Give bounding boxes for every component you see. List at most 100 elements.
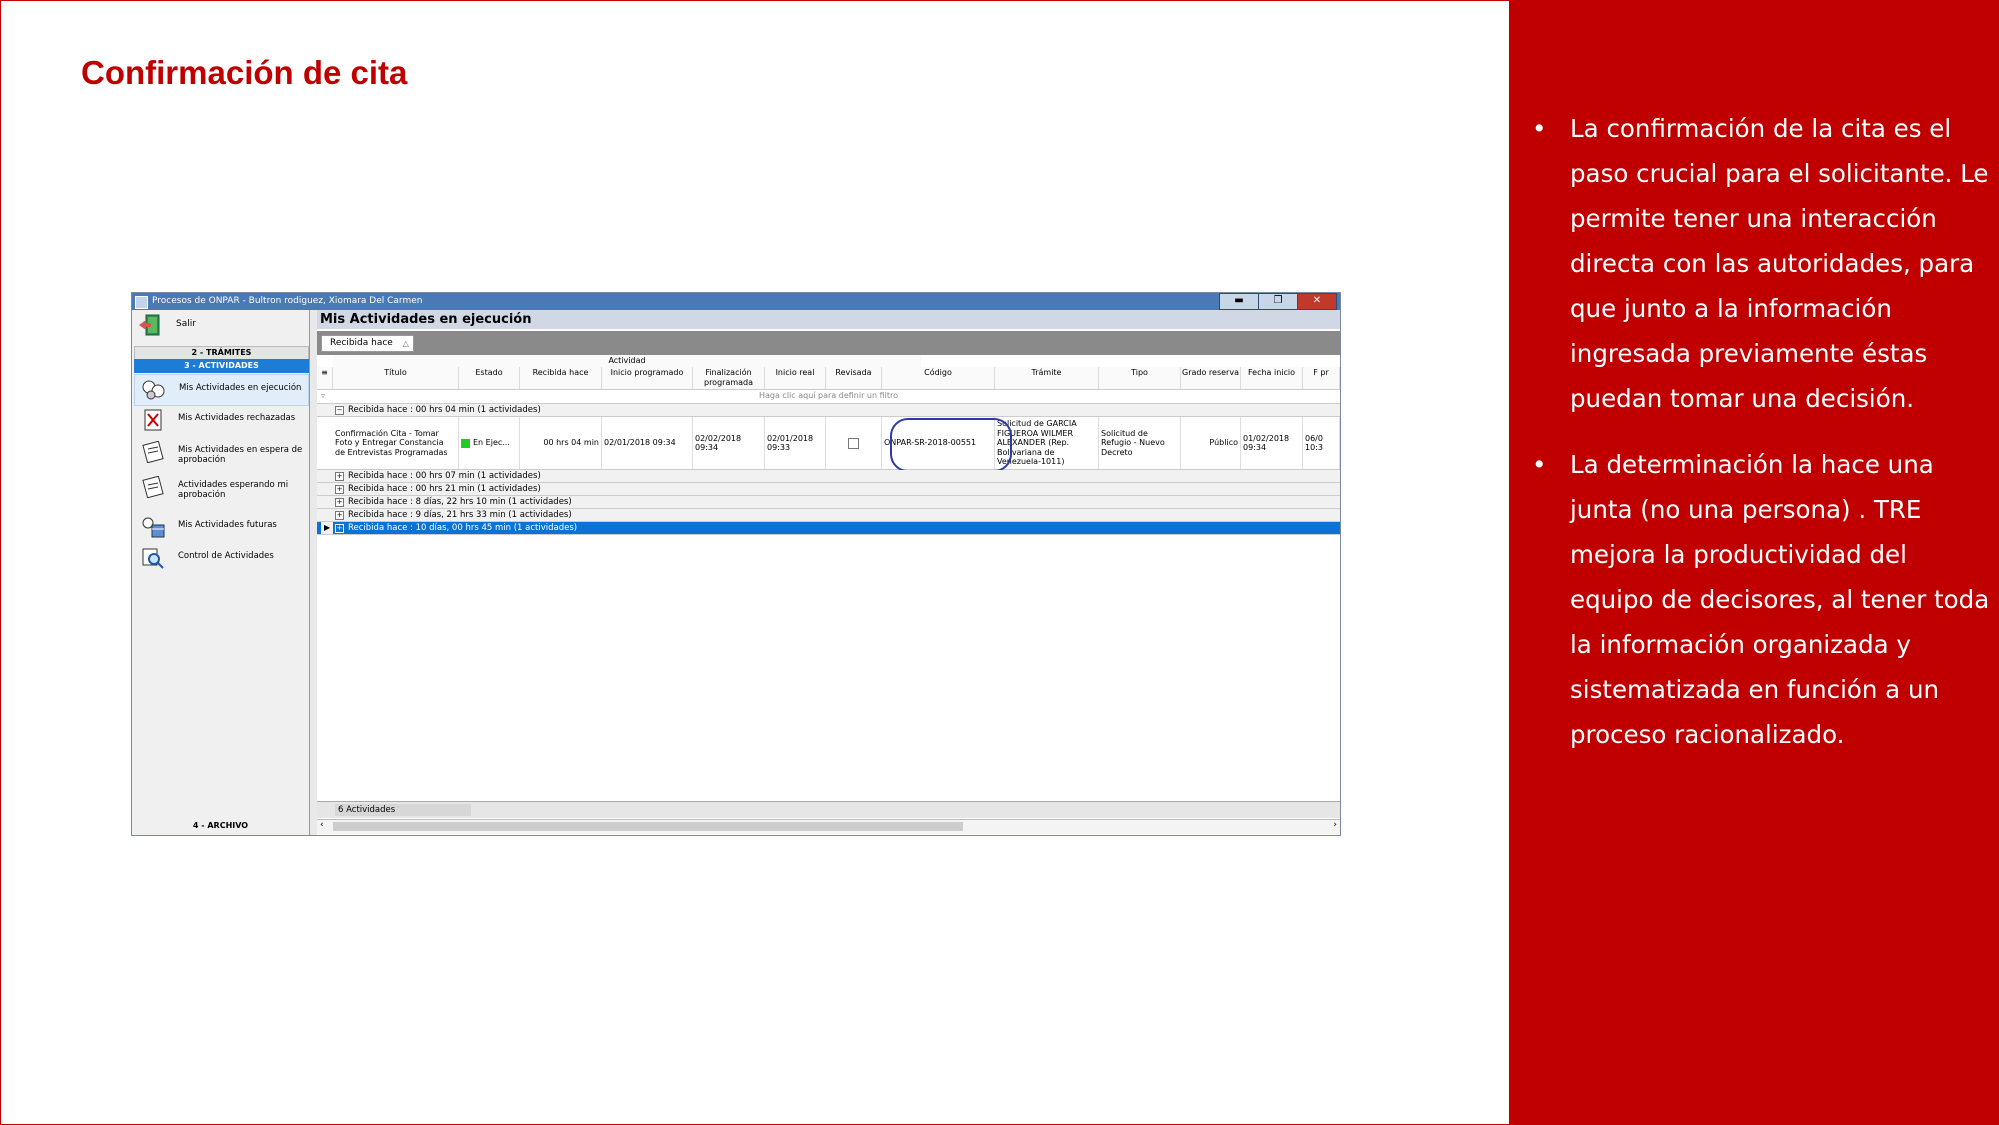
group-row[interactable]: + Recibida hace : 8 días, 22 hrs 10 min … xyxy=(317,496,1340,509)
group-chip-recibida[interactable]: Recibida hace △ xyxy=(321,335,414,352)
nav-item-label: Mis Actividades rechazadas xyxy=(178,413,296,423)
filter-icon: ▿ xyxy=(321,391,326,400)
column-chooser-icon[interactable]: ≡ xyxy=(317,367,333,389)
group-row[interactable]: + Recibida hace : 9 días, 21 hrs 33 min … xyxy=(317,509,1340,522)
col-inicio-real[interactable]: Inicio real xyxy=(765,367,826,389)
group-row[interactable]: + Recibida hace : 00 hrs 21 min (1 activ… xyxy=(317,483,1340,496)
scroll-right-icon[interactable]: › xyxy=(1333,820,1337,830)
nav-item-futuras[interactable]: Mis Actividades futuras xyxy=(134,512,307,542)
section-actividades[interactable]: 3 - ACTIVIDADES xyxy=(134,359,309,373)
group-chip-label: Recibida hace xyxy=(330,338,393,348)
nav-item-label: Mis Actividades en ejecución xyxy=(179,383,302,393)
nav-item-label: Control de Actividades xyxy=(178,551,274,561)
horizontal-scrollbar[interactable]: ‹ › xyxy=(317,819,1340,834)
nav-item-label: Mis Actividades futuras xyxy=(178,520,277,530)
cell-estado: En Ejec... xyxy=(459,417,520,469)
col-titulo[interactable]: Título xyxy=(333,367,459,389)
grid-footer: 6 Actividades xyxy=(317,801,1340,818)
col-fecha-inicio[interactable]: Fecha inicio xyxy=(1241,367,1303,389)
expand-icon[interactable]: + xyxy=(335,485,344,494)
cell-grado: Público xyxy=(1181,417,1241,469)
cell-revisada xyxy=(826,417,882,469)
cell-finalizacion: 02/02/2018 09:34 xyxy=(693,417,765,469)
group-row-label: Recibida hace : 9 días, 21 hrs 33 min (1… xyxy=(348,510,572,520)
nav-item-label: Mis Actividades en espera de aprobación xyxy=(178,445,303,465)
code-highlight-circle xyxy=(890,418,1012,472)
expand-icon[interactable]: + xyxy=(335,524,344,533)
calendar-icon xyxy=(142,517,165,538)
sort-icon: △ xyxy=(402,339,409,348)
app-window: Procesos de ONPAR - Bultron rodiguez, Xi… xyxy=(131,292,1341,836)
app-icon xyxy=(135,296,148,309)
expand-icon[interactable]: + xyxy=(335,511,344,520)
exit-button[interactable]: Salir xyxy=(132,310,309,340)
table-row[interactable]: Confirmación Cita - Tomar Foto y Entrega… xyxy=(317,417,1340,472)
panel-title: Mis Actividades en ejecución xyxy=(317,310,1340,329)
col-finalizacion[interactable]: Finalización programada xyxy=(693,367,765,389)
status-green-indicator xyxy=(461,438,470,448)
cell-inicio-programado: 02/01/2018 09:34 xyxy=(602,417,693,469)
nav-item-label: Actividades esperando mi aprobación xyxy=(178,480,289,500)
col-tramite[interactable]: Trámite xyxy=(995,367,1099,389)
col-revisada[interactable]: Revisada xyxy=(826,367,882,389)
scroll-left-icon[interactable]: ‹ xyxy=(320,820,324,830)
exit-label: Salir xyxy=(176,319,196,329)
nav-item-espera-aprobacion[interactable]: Mis Actividades en espera de aprobación xyxy=(134,437,307,467)
revisada-checkbox[interactable] xyxy=(848,437,859,449)
group-row-label: Recibida hace : 00 hrs 04 min (1 activid… xyxy=(348,405,541,415)
window-title: Procesos de ONPAR - Bultron rodiguez, Xi… xyxy=(152,296,423,306)
col-f-pr[interactable]: F pr xyxy=(1303,367,1340,389)
current-row-arrow-icon: ▶ xyxy=(321,522,334,534)
restore-button[interactable]: ❐ xyxy=(1258,293,1298,310)
column-header-row: ≡ Título Estado Recibida hace Inicio pro… xyxy=(317,367,1340,390)
col-codigo[interactable]: Código xyxy=(882,367,995,389)
scroll-thumb[interactable] xyxy=(333,822,963,831)
filter-row[interactable]: ▿ Haga clic aquí para definir un filtro xyxy=(317,389,1340,404)
cell-f-pr: 06/0 10:3 xyxy=(1303,417,1340,469)
awaiting-my-approval-icon xyxy=(142,476,164,498)
bullet-item: • La determinación la hace una junta (no… xyxy=(1532,442,1992,757)
cell-estado-text: En Ejec... xyxy=(473,438,510,448)
group-row-label: Recibida hace : 00 hrs 21 min (1 activid… xyxy=(348,484,541,494)
left-nav: Salir 2 - TRÁMITES 3 - ACTIVIDADES Mis A… xyxy=(132,310,310,835)
nav-item-esperando-mi-aprobacion[interactable]: Actividades esperando mi aprobación xyxy=(134,472,307,502)
bullet-dot: • xyxy=(1532,450,1547,479)
nav-item-rechazadas[interactable]: Mis Actividades rechazadas xyxy=(134,405,307,435)
col-inicio-programado[interactable]: Inicio programado xyxy=(602,367,693,389)
collapse-icon[interactable]: − xyxy=(335,406,344,415)
expand-icon[interactable]: + xyxy=(335,498,344,507)
nav-item-control[interactable]: Control de Actividades xyxy=(134,543,307,573)
activities-running-icon xyxy=(142,380,165,400)
group-row-label: Recibida hace : 8 días, 22 hrs 10 min (1… xyxy=(348,497,572,507)
col-grado[interactable]: Grado reserva xyxy=(1181,367,1241,389)
cell-titulo: Confirmación Cita - Tomar Foto y Entrega… xyxy=(333,417,459,469)
group-row[interactable]: + Recibida hace : 00 hrs 07 min (1 activ… xyxy=(317,470,1340,483)
bullet-item: • La confirmación de la cita es el paso … xyxy=(1532,106,1992,421)
filter-hint: Haga clic aquí para definir un filtro xyxy=(758,391,898,400)
section-archivo[interactable]: 4 - ARCHIVO xyxy=(134,820,307,832)
bullet-list: • La confirmación de la cita es el paso … xyxy=(1532,106,1992,778)
bullet-text: La confirmación de la cita es el paso cr… xyxy=(1570,114,1989,413)
cell-tipo: Solicitud de Refugio - Nuevo Decreto xyxy=(1099,417,1181,469)
group-row-label: Recibida hace : 10 días, 00 hrs 45 min (… xyxy=(348,523,578,533)
cell-recibida: 00 hrs 04 min xyxy=(520,417,602,469)
slide-title: Confirmación de cita xyxy=(81,54,408,91)
rejected-icon xyxy=(144,409,162,431)
col-estado[interactable]: Estado xyxy=(459,367,520,389)
group-by-bar: Recibida hace △ xyxy=(317,331,1340,355)
pending-approval-icon xyxy=(142,441,164,463)
cell-fecha-inicio: 01/02/2018 09:34 xyxy=(1241,417,1303,469)
group-row-selected[interactable]: ▶ + Recibida hace : 10 días, 00 hrs 45 m… xyxy=(317,522,1340,535)
nav-item-en-ejecucion[interactable]: Mis Actividades en ejecución xyxy=(134,374,309,406)
minimize-button[interactable]: ▬ xyxy=(1219,293,1259,310)
close-button[interactable]: ✕ xyxy=(1297,293,1337,310)
group-row[interactable]: − Recibida hace : 00 hrs 04 min (1 activ… xyxy=(317,404,1340,417)
bullet-text: La determinación la hace una junta (no u… xyxy=(1570,450,1990,749)
activity-count: 6 Actividades xyxy=(335,804,471,816)
group-row-label: Recibida hace : 00 hrs 07 min (1 activid… xyxy=(348,471,541,481)
main-panel: Mis Actividades en ejecución Recibida ha… xyxy=(317,310,1340,835)
expand-icon[interactable]: + xyxy=(335,472,344,481)
col-recibida[interactable]: Recibida hace xyxy=(520,367,602,389)
col-tipo[interactable]: Tipo xyxy=(1099,367,1181,389)
section-tramites[interactable]: 2 - TRÁMITES xyxy=(134,346,309,360)
